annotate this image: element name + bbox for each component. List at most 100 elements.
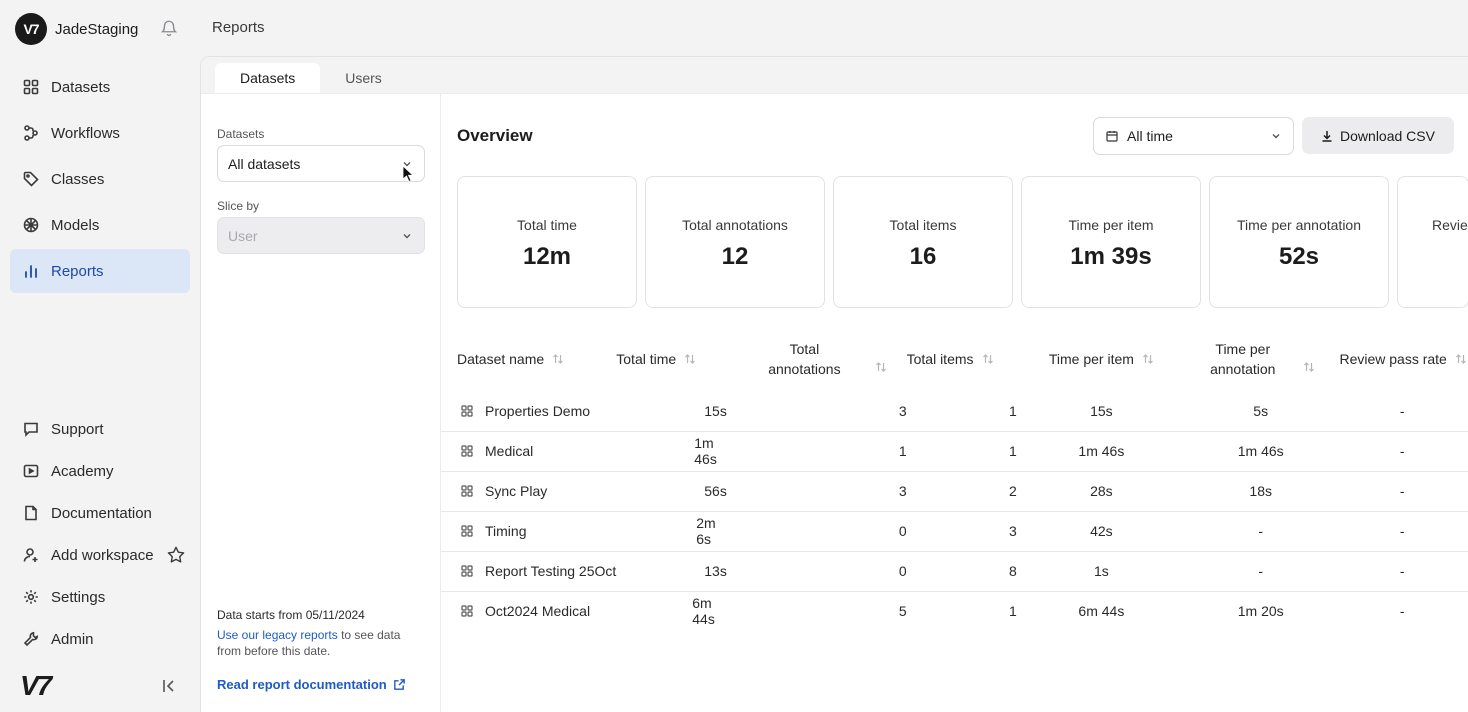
sort-icon (685, 354, 696, 364)
dataset-name: Medical (485, 443, 534, 459)
table-row[interactable]: Oct2024 Medical 6m 44s 5 1 6m 44s 1m 20s… (441, 591, 1468, 631)
cell-time-per-item: 15s (1016, 391, 1186, 432)
time-range-select[interactable]: All time (1093, 117, 1294, 155)
column-header-total-annotations[interactable]: Total annotations (727, 327, 907, 391)
sidebar-item-admin[interactable]: Admin (10, 619, 190, 659)
cell-time-per-item: 42s (1016, 511, 1186, 552)
table-row[interactable]: Properties Demo 15s 3 1 15s 5s - (441, 391, 1468, 432)
sidebar-item-documentation[interactable]: Documentation (10, 493, 190, 533)
sort-icon (1143, 354, 1153, 364)
download-csv-button[interactable]: Download CSV (1302, 117, 1454, 154)
sidebar-item-academy[interactable]: Academy (10, 451, 190, 491)
reports-panel: Datasets Users Datasets All datasets Sli… (200, 56, 1468, 712)
sidebar-item-label: Reports (51, 262, 104, 280)
stat-card-value: 16 (909, 243, 937, 270)
sidebar-item-add-workspace[interactable]: Add workspace (10, 535, 190, 575)
column-header-dataset-name[interactable]: Dataset name (441, 327, 616, 391)
cell-total-items: 8 (906, 551, 1017, 592)
table-row[interactable]: Report Testing 25Oct 13s 0 8 1s - - (441, 551, 1468, 592)
dataset-name: Report Testing 25Oct (485, 563, 617, 579)
v7-logo: V7 (20, 670, 52, 701)
sidebar-item-workflows[interactable]: Workflows (10, 111, 190, 155)
column-header-time-per-item[interactable]: Time per item (1017, 327, 1186, 391)
sidebar-item-settings[interactable]: Settings (10, 577, 190, 617)
sidebar-item-label: Classes (51, 170, 105, 188)
bell-icon[interactable] (160, 19, 178, 37)
stat-card-value: 52s (1278, 243, 1320, 270)
table-row[interactable]: Sync Play 56s 3 2 28s 18s - (441, 471, 1468, 512)
cell-review-pass-rate: - (1335, 551, 1468, 592)
dataset-icon (461, 445, 473, 457)
dataset-icon (461, 565, 473, 577)
table-row[interactable]: Timing 2m 6s 0 3 42s - - (441, 511, 1468, 552)
sidebar-item-label: Academy (51, 462, 114, 480)
column-header-time-per-annotation[interactable]: Time per annotation (1186, 327, 1336, 391)
sidebar-item-support[interactable]: Support (10, 409, 190, 449)
cell-time-per-item: 1m 46s (1016, 431, 1186, 472)
dataset-name: Timing (485, 523, 527, 539)
dataset-icon (461, 605, 473, 617)
sidebar-item-label: Datasets (51, 78, 111, 96)
sidebar-item-label: Support (51, 420, 104, 438)
download-csv-label: Download CSV (1340, 127, 1435, 144)
legacy-note: Use our legacy reports to see data from … (217, 627, 427, 659)
cell-time-per-annotation: - (1185, 511, 1336, 552)
dataset-name: Oct2024 Medical (485, 603, 591, 620)
report-documentation-link[interactable]: Read report documentation (217, 677, 406, 692)
stat-card-title: Total items (889, 217, 957, 233)
column-header-review-pass-rate[interactable]: Review pass rate (1335, 327, 1468, 391)
cell-total-time: 6m 44s (692, 595, 715, 628)
dataset-icon (461, 525, 473, 537)
cell-time-per-annotation: 5s (1185, 391, 1336, 432)
tab-datasets[interactable]: Datasets (215, 63, 321, 93)
column-header-total-time[interactable]: Total time (616, 327, 727, 391)
cell-total-time: 2m 6s (616, 511, 727, 552)
stat-card-title: Total time (517, 217, 577, 233)
cell-total-items: 3 (906, 511, 1017, 552)
cell-total-time: 13s (616, 551, 727, 592)
cell-total-time: 15s (616, 391, 727, 432)
sort-icon (553, 354, 564, 364)
sidebar-item-reports[interactable]: Reports (10, 249, 190, 293)
tab-users[interactable]: Users (320, 63, 407, 93)
workspace-switcher[interactable]: V7 JadeStaging (15, 13, 138, 45)
legacy-reports-link[interactable]: Use our legacy reports (217, 628, 338, 642)
gear-icon (22, 588, 40, 606)
sort-icon (1455, 354, 1466, 364)
stat-card-value: 12 (721, 243, 749, 270)
sidebar-item-label: Add workspace (51, 546, 154, 564)
sidebar-item-datasets[interactable]: Datasets (10, 65, 190, 109)
stat-card-review: Revie (1397, 176, 1468, 308)
cell-total-annotations: 0 (726, 551, 907, 592)
sidebar-item-classes[interactable]: Classes (10, 157, 190, 201)
stat-card-title: Revie (1432, 217, 1468, 233)
brain-icon (22, 216, 40, 234)
download-icon (1322, 130, 1332, 142)
column-header-total-items[interactable]: Total items (907, 327, 1017, 391)
slice-by-select[interactable]: User (217, 217, 425, 254)
sidebar-item-models[interactable]: Models (10, 203, 190, 247)
cell-time-per-annotation: 1m 46s (1185, 431, 1336, 472)
chevron-down-icon (403, 234, 411, 239)
stat-card-total-time: Total time 12m (457, 176, 637, 308)
mouse-cursor-icon (402, 165, 414, 183)
sidebar-item-label: Admin (51, 630, 94, 648)
sidebar-item-label: Documentation (51, 504, 152, 522)
sort-icon (875, 362, 886, 372)
calendar-icon (1106, 131, 1118, 142)
stat-card-value: 1m 39s (1070, 243, 1152, 270)
overview-title: Overview (457, 126, 533, 145)
datasets-select[interactable]: All datasets (217, 145, 425, 182)
report-documentation-label: Read report documentation (217, 677, 387, 692)
table-row[interactable]: Medical 1m 46s 1 1 1m 46s 1m 46s - (441, 431, 1468, 472)
star-icon[interactable] (166, 545, 186, 565)
play-icon (22, 462, 40, 480)
collapse-sidebar-icon[interactable] (161, 678, 177, 694)
summary-cards: Total time 12m Total annotations 12 Tota… (457, 176, 1468, 308)
grid-icon (22, 78, 40, 96)
cell-total-items: 1 (906, 431, 1017, 472)
cell-time-per-item: 28s (1016, 471, 1186, 512)
datasets-filter-label: Datasets (217, 127, 265, 141)
slice-by-label: Slice by (217, 199, 260, 213)
cell-review-pass-rate: - (1335, 431, 1468, 472)
